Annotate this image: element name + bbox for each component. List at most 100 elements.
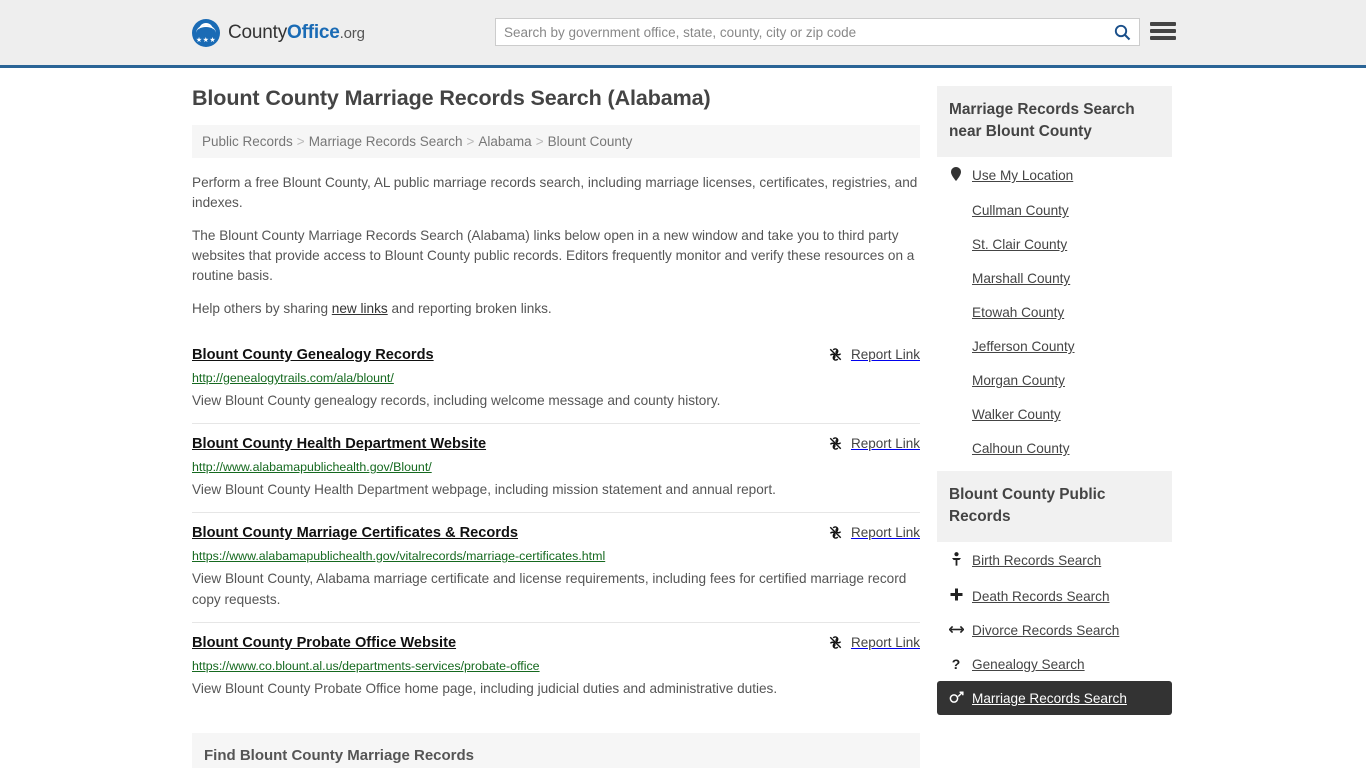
nearby-county-item[interactable]: Morgan County — [937, 363, 1172, 397]
hamburger-bar-1 — [1150, 22, 1176, 26]
result-title-link[interactable]: Blount County Marriage Certificates & Re… — [192, 524, 518, 543]
broken-link-icon — [829, 636, 842, 649]
hamburger-menu-button[interactable] — [1150, 20, 1176, 42]
nearby-county-label[interactable]: Cullman County — [972, 203, 1069, 218]
result-header: Blount County Marriage Certificates & Re… — [192, 524, 920, 543]
page-container: Blount County Marriage Records Search (A… — [0, 68, 1366, 768]
nearby-county-item[interactable]: Etowah County — [937, 295, 1172, 329]
nearby-county-item[interactable]: Cullman County — [937, 193, 1172, 227]
new-links-link[interactable]: new links — [332, 301, 388, 316]
report-link-label: Report Link — [850, 347, 920, 362]
result-description: View Blount County, Alabama marriage cer… — [192, 571, 907, 607]
report-link-label: Report Link — [850, 635, 920, 650]
nearby-county-label[interactable]: Etowah County — [972, 305, 1064, 320]
result-description: View Blount County Probate Office home p… — [192, 681, 778, 696]
find-records-heading: Find Blount County Marriage Records — [204, 747, 475, 764]
report-link-label: Report Link — [850, 525, 920, 540]
result-item: Blount County Genealogy Records Report Li… — [192, 337, 920, 423]
broken-link-icon — [829, 526, 842, 539]
nearby-county-item[interactable]: St. Clair County — [937, 227, 1172, 261]
sidebar: Marriage Records Search near Blount Coun… — [937, 86, 1172, 768]
split-arrows-icon — [948, 624, 965, 638]
public-record-label[interactable]: Death Records Search — [972, 589, 1110, 604]
report-link-button[interactable]: Report Link — [828, 435, 920, 451]
result-item: Blount County Health Department Website R… — [192, 423, 920, 512]
result-description: View Blount County genealogy records, in… — [192, 393, 721, 408]
breadcrumb-separator: > — [466, 134, 475, 149]
nearby-county-label[interactable]: Morgan County — [972, 373, 1065, 388]
brand-part-office: Office — [287, 21, 340, 43]
nearby-counties-list: Use My Location Cullman County St. Clair C… — [937, 157, 1172, 465]
breadcrumb: Public Records > Marriage Records Search > A… — [192, 125, 920, 158]
report-link-button[interactable]: Report Link — [828, 634, 920, 650]
search-button[interactable] — [1105, 19, 1139, 45]
search-icon — [1114, 24, 1130, 40]
intro-paragraph-2: The Blount County Marriage Records Searc… — [192, 228, 915, 283]
breadcrumb-item-2[interactable]: Marriage Records Search — [309, 134, 463, 149]
brand-wordmark: CountyOffice.org — [228, 22, 365, 44]
nearby-county-label[interactable]: St. Clair County — [972, 237, 1067, 252]
site-header: ★★★ CountyOffice.org — [0, 0, 1366, 68]
nearby-county-item[interactable]: Calhoun County — [937, 431, 1172, 465]
public-record-label[interactable]: Birth Records Search — [972, 553, 1101, 568]
result-item: Blount County Probate Office Website Repo… — [192, 622, 920, 711]
content-columns: Blount County Marriage Records Search (A… — [192, 68, 1174, 768]
intro-text: Perform a free Blount County, AL public … — [192, 173, 920, 319]
result-title-link[interactable]: Blount County Probate Office Website — [192, 634, 456, 653]
result-url[interactable]: https://www.co.blount.al.us/departments-… — [192, 659, 920, 674]
result-description: View Blount County Health Department web… — [192, 482, 776, 497]
breadcrumb-item-4: Blount County — [547, 134, 633, 149]
result-header: Blount County Health Department Website R… — [192, 435, 920, 454]
broken-link-icon — [829, 437, 842, 450]
public-record-item[interactable]: Marriage Records Search — [937, 681, 1172, 715]
intro-p3-after: and reporting broken links. — [387, 301, 552, 316]
public-record-item[interactable]: Birth Records Search — [937, 542, 1172, 578]
site-logo-link[interactable]: ★★★ CountyOffice.org — [192, 18, 365, 47]
baby-icon — [949, 552, 963, 569]
nearby-county-label[interactable]: Use My Location — [972, 168, 1073, 183]
intro-paragraph-3: Help others by sharing new links and rep… — [192, 299, 920, 319]
nearby-county-item[interactable]: Jefferson County — [937, 329, 1172, 363]
question-mark-icon: ? — [951, 656, 961, 672]
public-record-item[interactable]: ? Genealogy Search — [937, 647, 1172, 681]
nearby-county-item[interactable]: Use My Location — [937, 157, 1172, 193]
brand-part-county: County — [228, 21, 288, 43]
result-url[interactable]: http://genealogytrails.com/ala/blount/ — [192, 371, 920, 386]
nearby-county-item[interactable]: Marshall County — [937, 261, 1172, 295]
search-input[interactable] — [496, 19, 1105, 45]
public-record-item[interactable]: Divorce Records Search — [937, 613, 1172, 647]
brand-part-tld: .org — [339, 24, 365, 42]
find-records-panel: Find Blount County Marriage Records — [192, 733, 920, 768]
result-url[interactable]: http://www.alabamapublichealth.gov/Bloun… — [192, 460, 920, 475]
nearby-counties-panel: Marriage Records Search near Blount Coun… — [937, 86, 1172, 465]
report-link-label: Report Link — [850, 436, 920, 451]
result-title-link[interactable]: Blount County Genealogy Records — [192, 346, 434, 365]
public-record-label[interactable]: Marriage Records Search — [972, 691, 1127, 706]
result-list: Blount County Genealogy Records Report Li… — [192, 337, 920, 711]
result-url[interactable]: https://www.alabamapublichealth.gov/vita… — [192, 549, 920, 564]
seal-stars: ★★★ — [195, 36, 217, 44]
nearby-county-label[interactable]: Marshall County — [972, 271, 1070, 286]
broken-link-icon — [829, 348, 842, 361]
nearby-county-label[interactable]: Calhoun County — [972, 441, 1070, 456]
public-record-label[interactable]: Divorce Records Search — [972, 623, 1119, 638]
breadcrumb-item-3[interactable]: Alabama — [478, 134, 531, 149]
breadcrumb-item-1[interactable]: Public Records — [202, 134, 293, 149]
search-bar — [495, 18, 1140, 46]
public-record-label[interactable]: Genealogy Search — [972, 657, 1085, 672]
hamburger-bar-3 — [1150, 36, 1176, 40]
public-record-item[interactable]: Death Records Search — [937, 578, 1172, 613]
intro-paragraph-1: Perform a free Blount County, AL public … — [192, 175, 918, 210]
county-office-seal-icon: ★★★ — [192, 18, 220, 47]
public-records-list: Birth Records Search Death Records Search… — [937, 542, 1172, 715]
nearby-county-label[interactable]: Walker County — [972, 407, 1061, 422]
report-link-button[interactable]: Report Link — [828, 346, 920, 362]
hamburger-bar-2 — [1150, 29, 1176, 33]
nearby-county-item[interactable]: Walker County — [937, 397, 1172, 431]
result-title-link[interactable]: Blount County Health Department Website — [192, 435, 486, 454]
report-link-button[interactable]: Report Link — [828, 524, 920, 540]
breadcrumb-separator: > — [535, 134, 544, 149]
main-column: Blount County Marriage Records Search (A… — [192, 86, 920, 768]
nearby-county-label[interactable]: Jefferson County — [972, 339, 1075, 354]
result-item: Blount County Marriage Certificates & Re… — [192, 512, 920, 622]
